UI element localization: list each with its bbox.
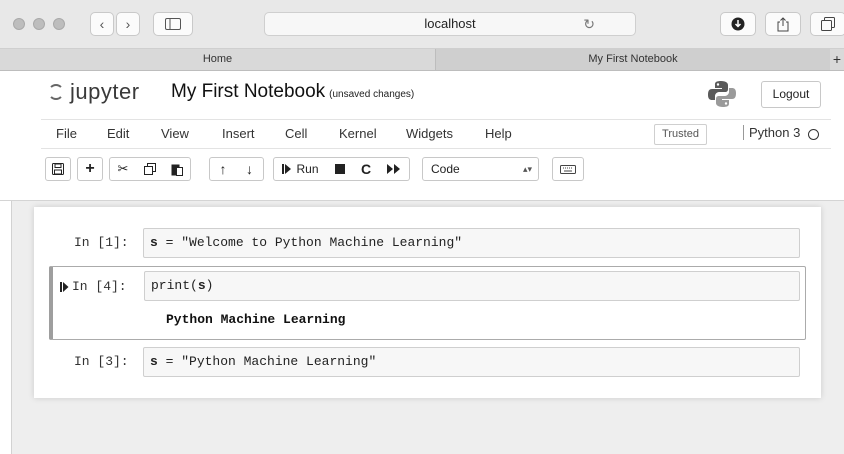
zoom-window-button[interactable] [53,18,65,30]
new-tab-button[interactable]: + [830,49,844,70]
copy-button[interactable] [136,157,164,181]
plus-icon: + [85,160,95,177]
address-bar[interactable]: localhost ↻ [264,12,636,36]
notebook-toolbar: + ✂ ↑ ↓ Run C Code ▴▾ [0,157,844,183]
browser-tabbar: Home My First Notebook + [0,49,844,71]
move-down-button[interactable]: ↓ [236,157,264,181]
cell-input[interactable]: print(s) [144,271,800,301]
downloads-button[interactable] [720,12,756,36]
jupyter-header: jupyter My First Notebook (unsaved change… [0,71,844,201]
menu-insert[interactable]: Insert [222,126,255,141]
sidebar-button[interactable] [153,12,193,36]
menu-edit[interactable]: Edit [107,126,129,141]
run-label: Run [296,162,319,176]
save-button[interactable] [45,157,71,181]
arrow-up-icon: ↑ [219,161,227,177]
menu-help[interactable]: Help [485,126,512,141]
restart-run-all-button[interactable] [379,157,410,181]
browser-titlebar: ‹ › localhost ↻ [0,0,844,49]
cell-output: Python Machine Learning [166,312,346,327]
stop-icon [335,164,345,174]
run-indicator-icon [60,282,69,292]
menu-view[interactable]: View [161,126,189,141]
move-up-button[interactable]: ↑ [209,157,237,181]
tabs-icon [821,17,835,31]
address-text: localhost [424,16,476,31]
menu-cell[interactable]: Cell [285,126,307,141]
cut-icon: ✂ [117,161,129,176]
download-icon [731,17,745,31]
notebook-title[interactable]: My First Notebook [171,81,325,102]
back-button[interactable]: ‹ [90,12,114,36]
sidebar-icon [165,18,181,30]
tabs-overview-button[interactable] [810,12,844,36]
copy-icon [143,163,156,175]
code-cell-3[interactable]: In [3]: s = "Python Machine Learning" [49,342,806,382]
paste-button[interactable] [163,157,191,181]
keyboard-icon [560,164,576,174]
menu-widgets[interactable]: Widgets [406,126,453,141]
kernel-idle-icon [808,129,819,140]
jupyter-logo[interactable]: jupyter [48,79,140,105]
run-button[interactable]: Run [273,157,328,181]
chevron-right-icon: › [125,16,131,32]
notebook-sheet: In [1]: s = "Welcome to Python Machine L… [34,207,821,398]
cell-input[interactable]: s = "Welcome to Python Machine Learning" [143,228,800,258]
tab-my-first-notebook[interactable]: My First Notebook [436,49,830,70]
cell-input[interactable]: s = "Python Machine Learning" [143,347,800,377]
chevron-left-icon: ‹ [99,16,105,32]
save-status: (unsaved changes) [329,89,415,100]
save-icon [52,163,64,175]
menu-kernel[interactable]: Kernel [339,126,377,141]
code-cell-1[interactable]: In [1]: s = "Welcome to Python Machine L… [49,223,806,263]
restart-icon: C [360,161,372,177]
cell-type-value: Code [431,162,460,176]
menu-file[interactable]: File [56,126,77,141]
python-logo-icon [708,81,736,107]
reload-icon[interactable]: ↻ [583,13,595,35]
minimize-window-button[interactable] [33,18,45,30]
trusted-indicator[interactable]: Trusted [654,124,707,145]
restart-button[interactable]: C [353,157,380,181]
cut-button[interactable]: ✂ [109,157,137,181]
tab-home[interactable]: Home [0,49,436,70]
notebook-title-area[interactable]: My First Notebook (unsaved changes) [171,81,414,103]
menu-bar: File Edit View Insert Cell Kernel Widget… [41,119,831,149]
jupyter-logo-icon [48,84,64,100]
cell-prompt: In [3]: [74,354,129,369]
share-button[interactable] [765,12,801,36]
select-arrows-icon: ▴▾ [522,164,532,174]
kernel-name[interactable]: Python 3 [743,125,800,140]
command-palette-button[interactable] [552,157,584,181]
arrow-down-icon: ↓ [246,161,253,177]
run-icon [282,164,292,174]
interrupt-button[interactable] [327,157,354,181]
logout-button[interactable]: Logout [761,81,821,108]
cell-prompt: In [1]: [74,235,129,250]
notebook-container: In [1]: s = "Welcome to Python Machine L… [11,201,844,454]
code-cell-2-selected[interactable]: In [4]: print(s) Python Machine Learning [49,266,806,340]
forward-button[interactable]: › [116,12,140,36]
paste-icon [171,164,183,176]
close-window-button[interactable] [13,18,25,30]
cell-type-select[interactable]: Code ▴▾ [422,157,539,181]
share-icon [777,16,789,31]
cell-prompt: In [4]: [72,279,127,294]
fast-forward-icon [387,164,400,174]
insert-cell-button[interactable]: + [77,157,103,181]
